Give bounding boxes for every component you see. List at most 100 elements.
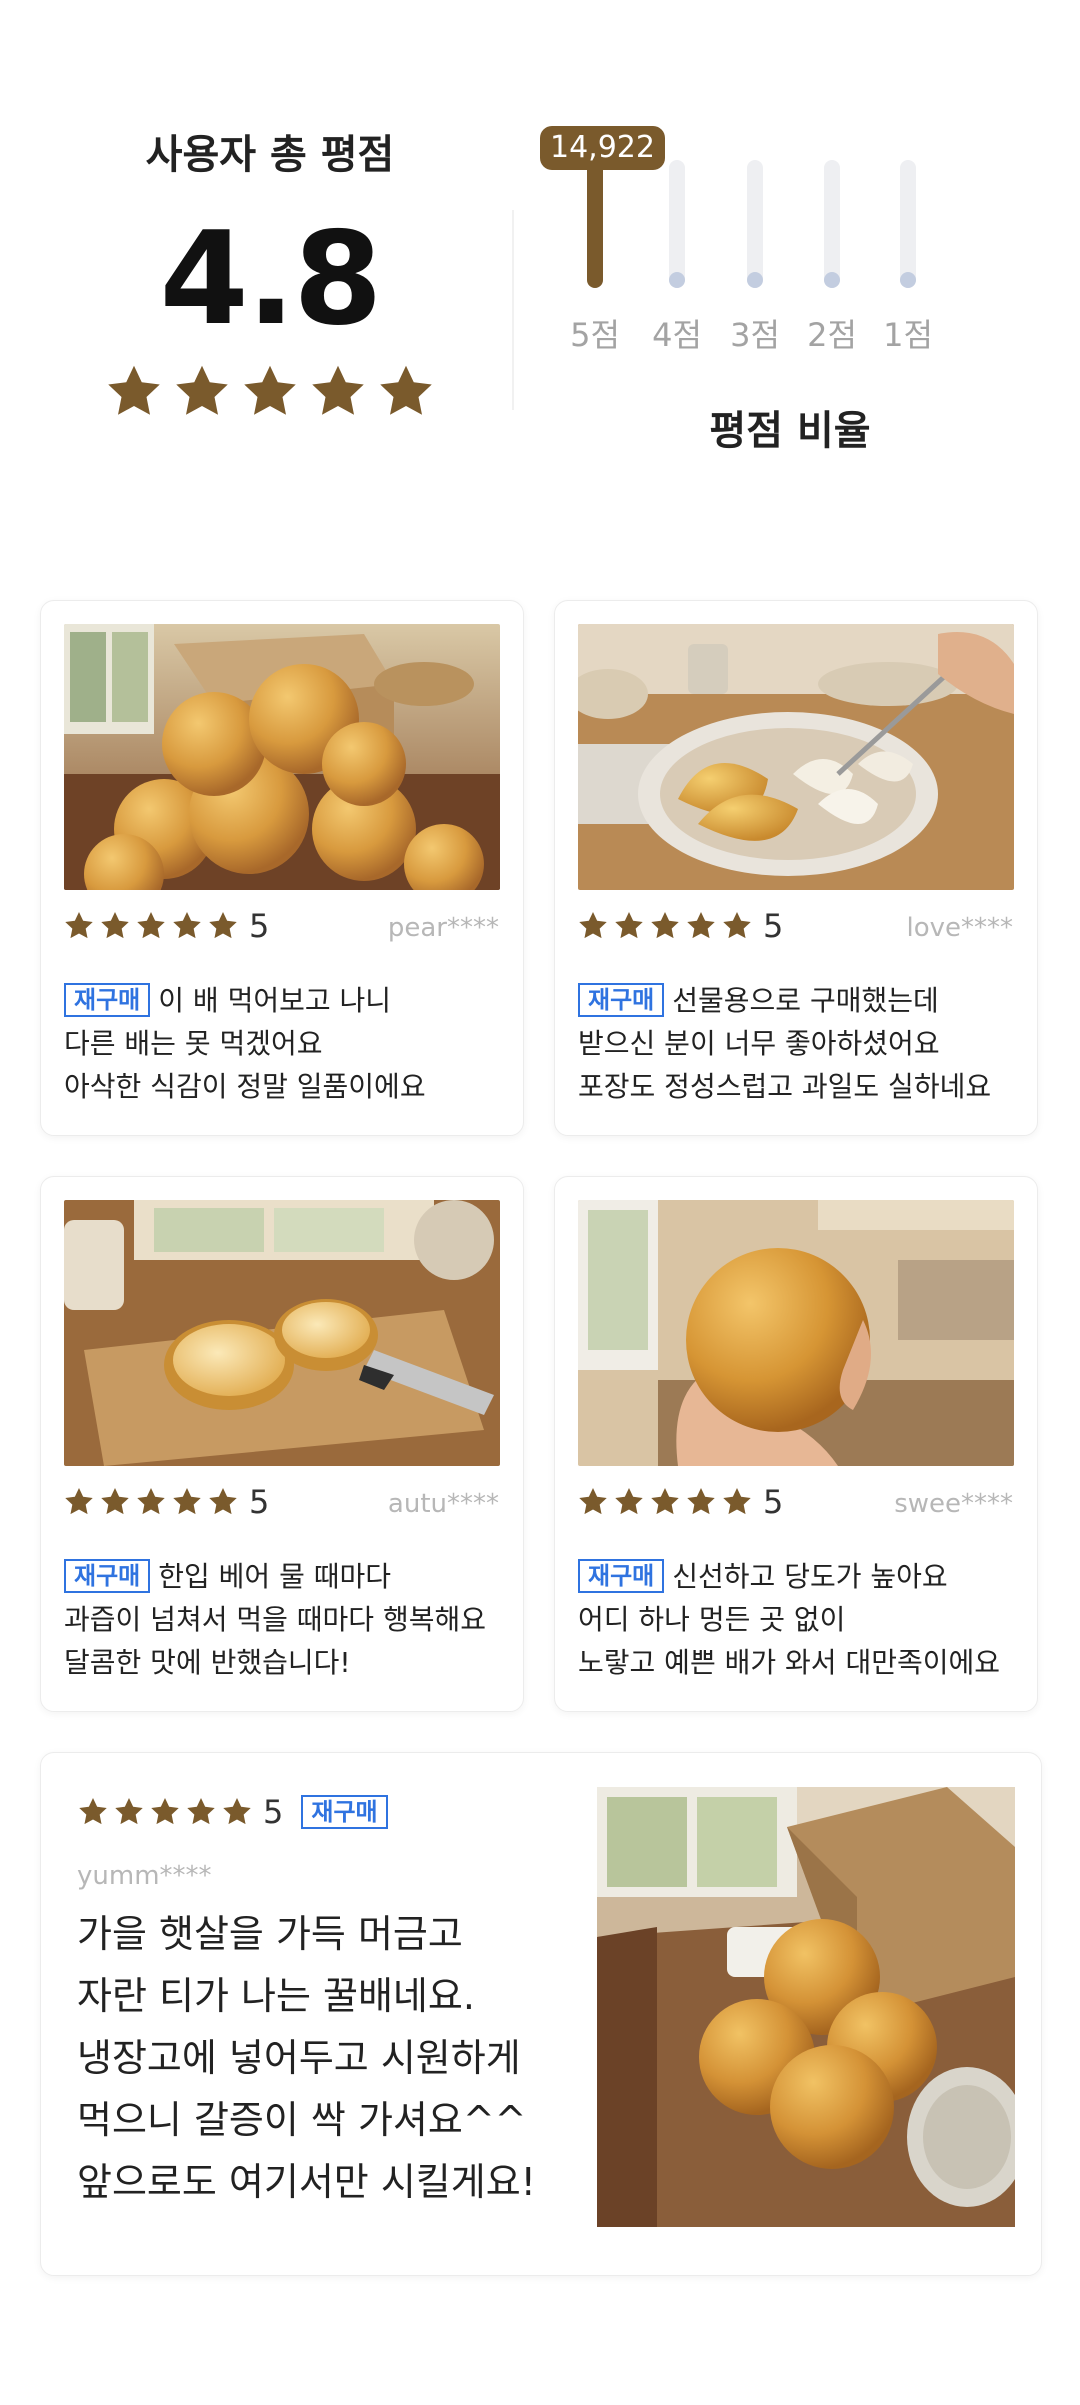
review-card[interactable]: 5 swee**** 재구매 신선하고 당도가 높아요 어디 하나 멍든 곳 없이…: [554, 1176, 1038, 1712]
rating-bar-label: 2점: [807, 316, 857, 354]
review-username: love****: [906, 913, 1013, 943]
star-icon: [721, 910, 753, 942]
hand-holding-pear-photo: [578, 1200, 1014, 1466]
star-icon: [376, 362, 436, 422]
rating-distribution: 14,922 5점 4점 3점 2점 1점: [540, 126, 1020, 370]
review-rating-value: 5: [249, 1483, 270, 1521]
rating-bar-5: 14,922 5점: [540, 126, 665, 370]
overall-rating: 사용자 총 평점 4.8: [40, 130, 500, 422]
rating-bar-label: 3점: [730, 316, 780, 354]
review-line: 달콤한 맛에 반했습니다!: [64, 1646, 351, 1679]
summary-divider: [512, 210, 514, 410]
star-icon: [172, 362, 232, 422]
star-icon: [613, 910, 645, 942]
star-icon: [207, 1486, 239, 1518]
rating-bar-fill: [900, 272, 916, 288]
review-text: 가을 햇살을 가득 머금고 자란 티가 나는 꿀배네요. 냉장고에 넣어두고 시…: [77, 1903, 597, 2213]
review-line: 이 배 먹어보고 나니: [158, 984, 392, 1017]
rating-bar-label: 1점: [883, 316, 933, 354]
star-icon: [63, 1486, 95, 1518]
rating-bar-track: [747, 160, 763, 288]
pears-pile-photo: [64, 624, 500, 890]
review-photo[interactable]: [64, 1200, 500, 1466]
review-line: 포장도 정성스럽고 과일도 실하네요: [578, 1070, 992, 1103]
rating-bar-track: [669, 160, 685, 288]
review-line: 다른 배는 못 먹겠어요: [64, 1027, 323, 1060]
review-line: 자란 티가 나는 꿀배네요.: [77, 1974, 475, 2018]
review-text: 재구매 이 배 먹어보고 나니 다른 배는 못 먹겠어요 아삭한 식감이 정말 일…: [64, 979, 504, 1108]
repurchase-badge: 재구매: [64, 1559, 151, 1593]
star-icon: [63, 910, 95, 942]
rating-bar-track: [900, 160, 916, 288]
overall-rating-title: 사용자 총 평점: [145, 132, 395, 178]
review-line: 노랗고 예쁜 배가 와서 대만족이에요: [578, 1646, 1001, 1679]
review-rating: 5: [577, 907, 783, 945]
repurchase-badge: 재구매: [578, 983, 665, 1017]
review-photo[interactable]: [578, 624, 1014, 890]
star-icon: [99, 1486, 131, 1518]
review-line: 앞으로도 여기서만 시킬게요!: [77, 2160, 536, 2204]
review-line: 냉장고에 넣어두고 시원하게: [77, 2036, 521, 2080]
review-username: yumm****: [77, 1861, 212, 1891]
star-icon: [149, 1796, 181, 1828]
star-icon: [185, 1796, 217, 1828]
star-icon: [77, 1796, 109, 1828]
review-rating: 5: [63, 907, 269, 945]
rating-summary: 사용자 총 평점 4.8 14,922 5점 4점 3점 2점 1점 평점 비율: [0, 0, 1080, 520]
star-icon: [685, 910, 717, 942]
review-photo[interactable]: [64, 624, 500, 890]
star-icon: [577, 910, 609, 942]
rating-bar-4: 4점: [642, 130, 712, 370]
review-username: swee****: [894, 1489, 1013, 1519]
pears-on-table-photo: [597, 1787, 1015, 2227]
review-card[interactable]: 5 love**** 재구매 선물용으로 구매했는데 받으신 분이 너무 좋아하셨…: [554, 600, 1038, 1136]
star-icon: [171, 910, 203, 942]
rating-bar-fill: [747, 272, 763, 288]
review-card[interactable]: 5 autu**** 재구매 한입 베어 물 때마다 과즙이 넘쳐서 먹을 때마다…: [40, 1176, 524, 1712]
star-icon: [308, 362, 368, 422]
review-line: 선물용으로 구매했는데: [672, 984, 939, 1017]
rating-bar-3: 3점: [720, 130, 790, 370]
star-icon: [721, 1486, 753, 1518]
star-icon: [577, 1486, 609, 1518]
review-rating: 5: [577, 1483, 783, 1521]
star-icon: [240, 362, 300, 422]
rating-bar-1: 1점: [873, 130, 943, 370]
star-icon: [613, 1486, 645, 1518]
review-rating: 5 재구매: [77, 1793, 396, 1831]
rating-bar-track: [587, 160, 603, 288]
review-line: 먹으니 갈증이 싹 가셔요^^: [77, 2098, 527, 2142]
rating-bar-fill: [669, 272, 685, 288]
star-icon: [207, 910, 239, 942]
review-line: 신선하고 당도가 높아요: [672, 1560, 948, 1593]
star-icon: [113, 1796, 145, 1828]
review-line: 가을 햇살을 가득 머금고: [77, 1912, 463, 1956]
review-photo[interactable]: [578, 1200, 1014, 1466]
star-icon: [685, 1486, 717, 1518]
review-photo[interactable]: [597, 1787, 1015, 2227]
review-username: autu****: [387, 1489, 499, 1519]
review-line: 아삭한 식감이 정말 일품이에요: [64, 1070, 426, 1103]
review-username: pear****: [387, 913, 499, 943]
star-icon: [171, 1486, 203, 1518]
review-rating: 5: [63, 1483, 269, 1521]
review-card[interactable]: 5 pear**** 재구매 이 배 먹어보고 나니 다른 배는 못 먹겠어요 아…: [40, 600, 524, 1136]
review-line: 어디 하나 멍든 곳 없이: [578, 1603, 846, 1636]
review-text: 재구매 신선하고 당도가 높아요 어디 하나 멍든 곳 없이 노랗고 예쁜 배가 …: [578, 1555, 1018, 1684]
repurchase-badge: 재구매: [64, 983, 151, 1017]
review-line: 받으신 분이 너무 좋아하셨어요: [578, 1027, 940, 1060]
repurchase-badge: 재구매: [301, 1795, 388, 1829]
sliced-pear-plate-photo: [578, 624, 1014, 890]
review-rating-value: 5: [763, 907, 784, 945]
repurchase-badge: 재구매: [578, 1559, 665, 1593]
cut-pear-board-photo: [64, 1200, 500, 1466]
overall-stars: [40, 362, 500, 422]
star-icon: [99, 910, 131, 942]
review-line: 과즙이 넘쳐서 먹을 때마다 행복해요: [64, 1603, 487, 1636]
star-icon: [649, 910, 681, 942]
featured-review-card[interactable]: 5 재구매 yumm**** 가을 햇살을 가득 머금고 자란 티가 나는 꿀배…: [40, 1752, 1042, 2276]
rating-bar-track: [824, 160, 840, 288]
overall-score: 4.8: [159, 205, 383, 354]
review-rating-value: 5: [763, 1483, 784, 1521]
star-icon: [135, 910, 167, 942]
